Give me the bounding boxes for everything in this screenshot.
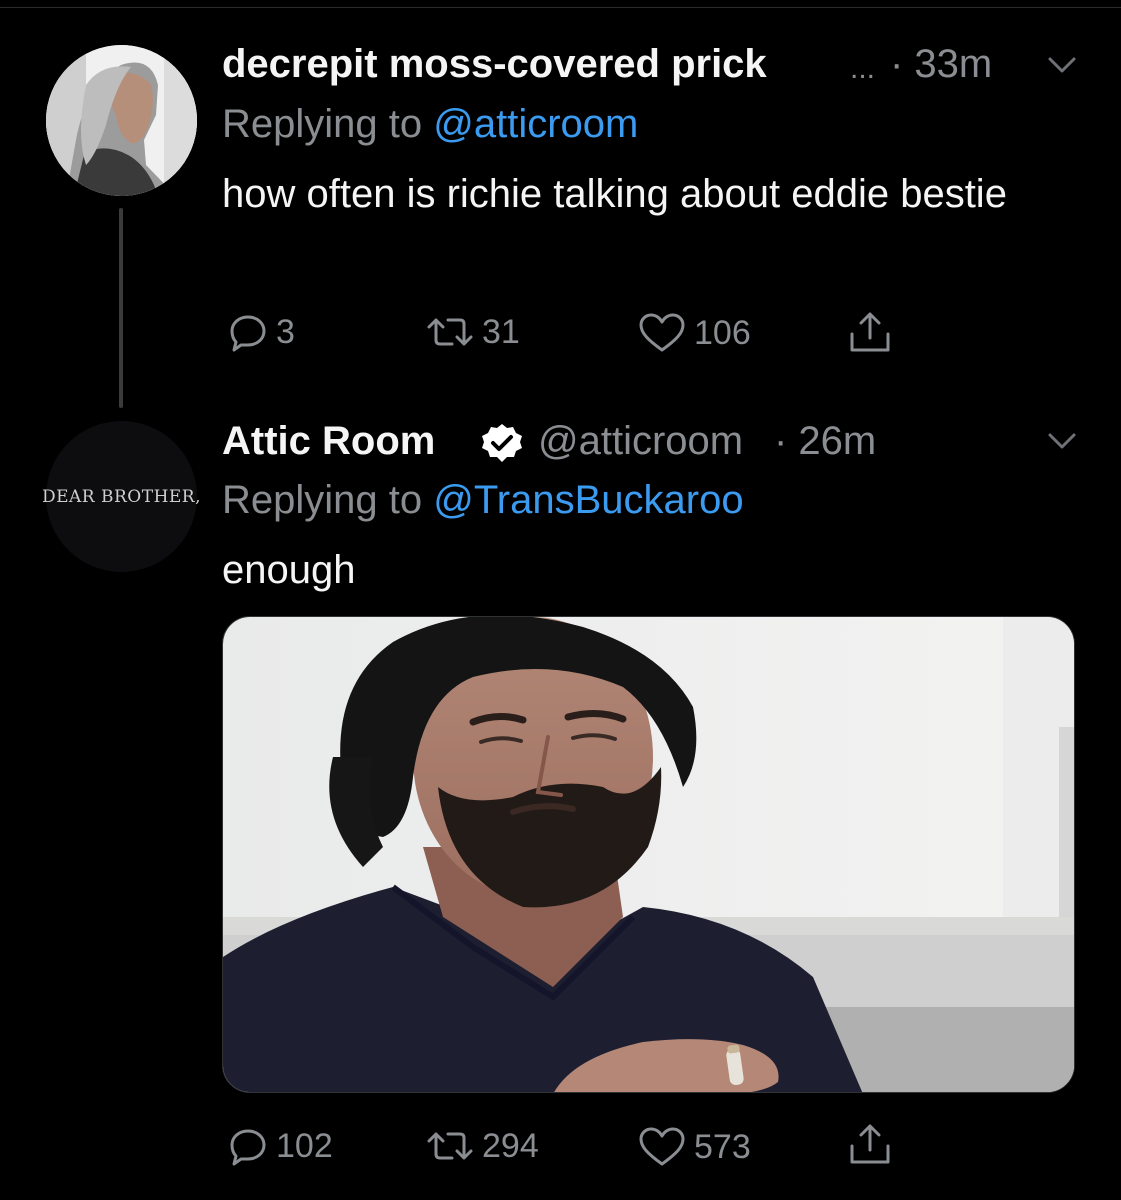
tweet-timestamp[interactable]: · 26m (774, 419, 876, 464)
reply-count: 102 (276, 1126, 333, 1165)
like-icon (639, 1127, 685, 1166)
reply-button[interactable]: 3 (228, 312, 295, 352)
retweet-count: 31 (482, 312, 520, 351)
replying-to-label: Replying to (222, 102, 423, 146)
like-button[interactable]: 106 (638, 312, 751, 354)
display-name[interactable]: decrepit moss-covered prick (222, 42, 767, 87)
retweet-button[interactable]: 31 (426, 312, 520, 352)
share-button[interactable] (848, 310, 892, 354)
chevron-down-icon[interactable] (1045, 424, 1079, 458)
retweet-count: 294 (482, 1126, 539, 1165)
reply-icon (230, 1129, 266, 1166)
replying-to-label: Replying to (222, 478, 423, 522)
thread-connector-line (119, 208, 123, 408)
tweet-media-image[interactable] (222, 616, 1075, 1093)
avatar[interactable] (46, 45, 197, 196)
photo-man-with-cigarette (223, 617, 1074, 1092)
share-icon (850, 1124, 890, 1164)
replying-to: Replying to @atticroom (222, 102, 638, 147)
avatar-text: DEAR BROTHER, (41, 486, 202, 507)
replying-to-handle-link[interactable]: @TransBuckaroo (433, 478, 743, 522)
retweet-button[interactable]: 294 (426, 1126, 539, 1166)
share-button[interactable] (848, 1122, 892, 1166)
avatar[interactable]: DEAR BROTHER, (42, 421, 201, 572)
reply-button[interactable]: 102 (228, 1126, 333, 1166)
like-button[interactable]: 573 (638, 1126, 751, 1168)
replying-to-handle-link[interactable]: @atticroom (433, 102, 638, 146)
like-count: 106 (694, 313, 751, 352)
retweet-icon (427, 1132, 473, 1160)
handle[interactable]: @atticroom (538, 419, 743, 464)
display-name[interactable]: Attic Room (222, 419, 435, 464)
chevron-down-icon[interactable] (1045, 48, 1079, 82)
like-count: 573 (694, 1127, 751, 1166)
name-truncation-ellipsis: ... (850, 52, 876, 85)
tweet-text: how often is richie talking about eddie … (222, 172, 1007, 216)
avatar-image (46, 45, 197, 196)
like-icon (639, 313, 685, 352)
retweet-icon (427, 318, 473, 346)
reply-count: 3 (276, 312, 295, 351)
share-icon (850, 312, 890, 352)
tweet-text: enough (222, 548, 356, 592)
replying-to: Replying to @TransBuckaroo (222, 478, 744, 523)
top-divider (0, 0, 1121, 8)
reply-icon (230, 315, 266, 352)
verified-badge-icon (482, 424, 522, 462)
tweet-timestamp[interactable]: · 33m (890, 42, 992, 87)
